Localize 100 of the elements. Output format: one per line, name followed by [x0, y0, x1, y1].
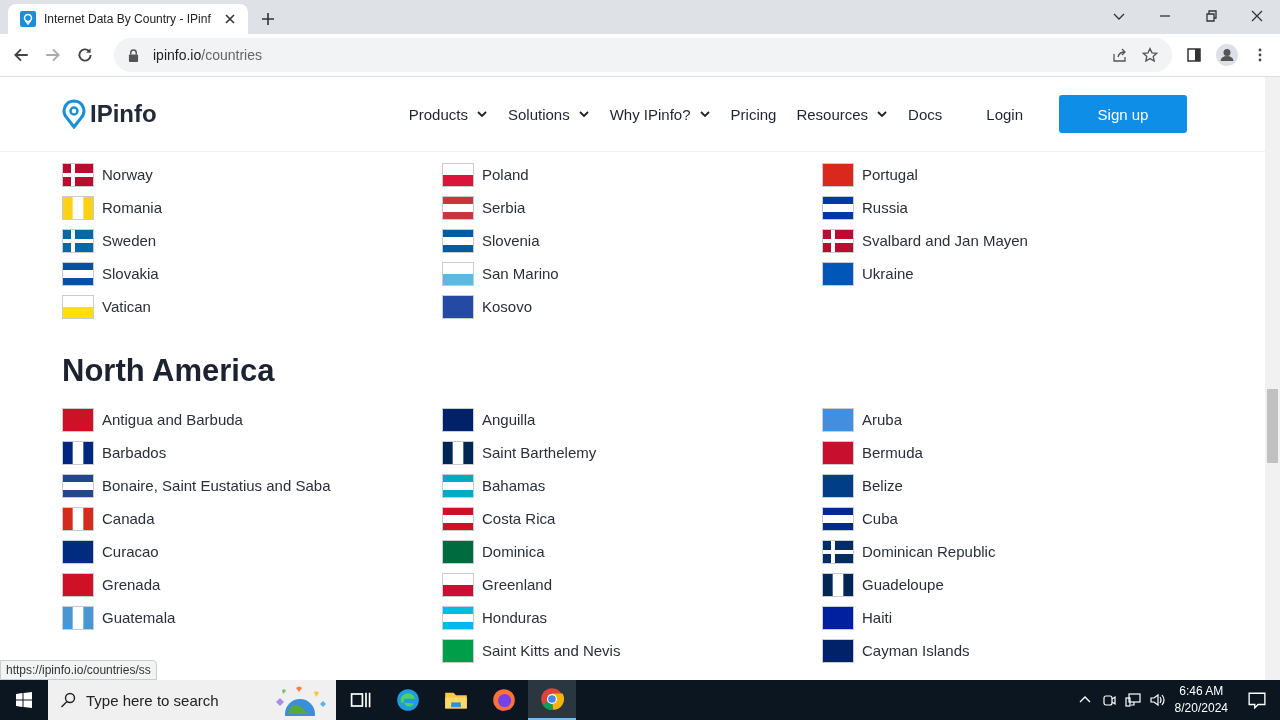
nav-link[interactable]: Docs: [908, 105, 943, 123]
country-link[interactable]: Aruba: [862, 411, 903, 428]
chevron-down-icon: [577, 108, 590, 120]
taskbar-search-field[interactable]: Type here to search: [48, 680, 336, 720]
flag-icon: [442, 440, 474, 465]
new-tab-icon[interactable]: [260, 11, 276, 27]
country-link[interactable]: Kosovo: [482, 298, 533, 315]
country-link[interactable]: Canada: [102, 510, 155, 527]
search-icon: [60, 692, 76, 708]
nav-link[interactable]: Why IPinfo?: [609, 105, 711, 123]
nav-link[interactable]: Solutions: [507, 105, 590, 123]
chevron-down-icon: [475, 108, 488, 120]
country-link[interactable]: Svalbard and Jan Mayen: [862, 232, 1028, 249]
star-icon[interactable]: [1142, 47, 1158, 63]
flag-icon: [822, 572, 854, 597]
country-link[interactable]: Greenland: [482, 576, 553, 593]
flag-icon: [62, 539, 94, 564]
flag-icon: [62, 605, 94, 630]
flag-icon: [822, 539, 854, 564]
country-link[interactable]: Saint Kitts and Nevis: [482, 642, 621, 659]
flag-icon: [822, 473, 854, 498]
country-link[interactable]: Guadeloupe: [862, 576, 944, 593]
country-link[interactable]: Costa Rica: [482, 510, 556, 527]
flag-icon: [62, 473, 94, 498]
flag-icon: [442, 605, 474, 630]
nav-link[interactable]: Pricing: [730, 105, 777, 123]
login-link[interactable]: Login: [986, 105, 1023, 123]
flag-icon: [822, 440, 854, 465]
country-link[interactable]: Guatemala: [102, 609, 176, 626]
flag-icon: [62, 407, 94, 432]
chevron-down-icon: [876, 108, 889, 120]
flag-icon: [442, 294, 474, 319]
country-link[interactable]: Serbia: [482, 199, 526, 216]
country-link[interactable]: Slovenia: [482, 232, 540, 249]
country-link[interactable]: Slovakia: [102, 265, 159, 282]
country-link[interactable]: Romania: [102, 199, 163, 216]
country-link[interactable]: Antigua and Barbuda: [102, 411, 243, 428]
chrome-taskbar-button[interactable]: [528, 680, 576, 720]
flag-icon: [442, 506, 474, 531]
flag-icon: [62, 195, 94, 220]
country-link[interactable]: Norway: [102, 166, 153, 183]
flag-icon: [822, 407, 854, 432]
flag-icon: [62, 440, 94, 465]
country-link[interactable]: Anguilla: [482, 411, 536, 428]
chevron-down-icon: [698, 108, 711, 120]
flag-icon: [442, 407, 474, 432]
country-link[interactable]: Bonaire, Saint Eustatius and Saba: [102, 477, 331, 494]
country-link[interactable]: Honduras: [482, 609, 548, 626]
flag-icon: [62, 261, 94, 286]
reload-icon[interactable]: [76, 46, 94, 64]
tab-title: Internet Data By Country - IPinf: [44, 12, 212, 26]
country-link[interactable]: Barbados: [102, 444, 167, 461]
country-link[interactable]: Dominican Republic: [862, 543, 996, 560]
country-link[interactable]: Poland: [482, 166, 529, 183]
flag-icon: [822, 228, 854, 253]
address-bar[interactable]: ipinfo.io/countries: [114, 38, 1172, 72]
flag-icon: [62, 294, 94, 319]
country-link[interactable]: Grenada: [102, 576, 161, 593]
pin-icon: [20, 11, 36, 27]
profile-icon[interactable]: [1216, 44, 1238, 66]
flag-icon: [62, 506, 94, 531]
flag-icon: [62, 162, 94, 187]
back-icon[interactable]: [12, 46, 30, 64]
country-link[interactable]: Saint Barthelemy: [482, 444, 597, 461]
country-link[interactable]: Bahamas: [482, 477, 546, 494]
country-link[interactable]: Sweden: [102, 232, 157, 249]
country-link[interactable]: Vatican: [102, 298, 151, 315]
country-link[interactable]: San Marino: [482, 265, 559, 282]
flag-icon: [822, 506, 854, 531]
country-link[interactable]: Portugal: [862, 166, 918, 183]
flag-icon: [822, 638, 854, 663]
country-link[interactable]: Ukraine: [862, 265, 914, 282]
country-link[interactable]: Dominica: [482, 543, 545, 560]
nav-link[interactable]: Resources: [796, 105, 889, 123]
nav-link[interactable]: Products: [408, 105, 488, 123]
flag-icon: [62, 572, 94, 597]
country-link[interactable]: Haiti: [862, 609, 892, 626]
url-path: /countries: [201, 47, 262, 63]
scrollbar[interactable]: [1265, 77, 1280, 680]
country-link[interactable]: Curacao: [102, 543, 159, 560]
flag-icon: [442, 261, 474, 286]
clock-date: 8/20/2024: [1174, 700, 1228, 717]
country-link[interactable]: Bermuda: [862, 444, 923, 461]
flag-icon: [822, 195, 854, 220]
lock-icon: [128, 48, 139, 62]
side-panel-icon[interactable]: [1186, 47, 1202, 63]
taskbar-clock[interactable]: 6:46 AM 8/20/2024: [1174, 683, 1228, 717]
location-pin-icon[interactable]: [62, 99, 86, 129]
chrome-icon: [540, 687, 564, 711]
url-host: ipinfo.io: [153, 47, 202, 63]
logo-text[interactable]: IPinfo: [90, 100, 157, 128]
status-url: https://ipinfo.io/countries/ss: [0, 660, 157, 680]
country-link[interactable]: Cuba: [862, 510, 898, 527]
flag-icon: [442, 539, 474, 564]
share-icon[interactable]: [1112, 47, 1128, 63]
country-link[interactable]: Russia: [862, 199, 908, 216]
browser-tab[interactable]: Internet Data By Country - IPinf: [8, 4, 248, 34]
country-link[interactable]: Cayman Islands: [862, 642, 970, 659]
country-link[interactable]: Belize: [862, 477, 903, 494]
flag-icon: [442, 195, 474, 220]
